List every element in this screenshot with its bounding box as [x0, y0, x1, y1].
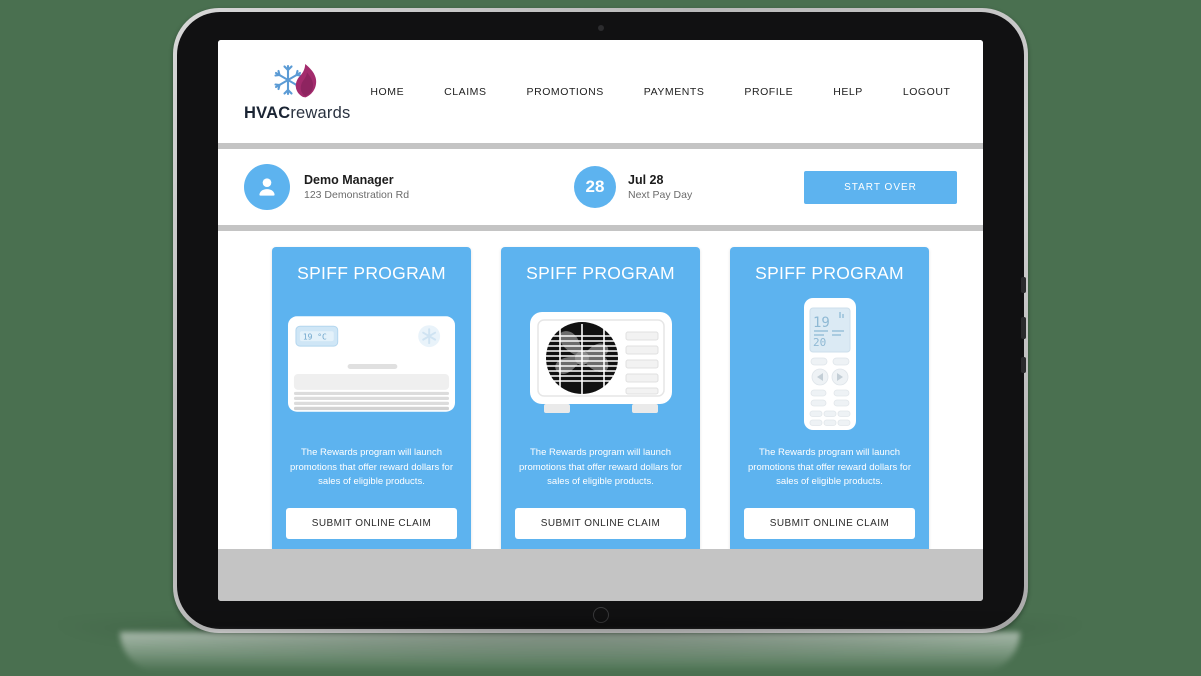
payday-label: Next Pay Day — [628, 188, 693, 201]
promotion-card[interactable]: SPIFF PROGRAM 19 °C The Rewards program … — [272, 247, 471, 549]
user-avatar-icon — [244, 164, 290, 210]
nav-item-claims[interactable]: CLAIMS — [424, 80, 506, 104]
tablet-device: HVACrewards HOME CLAIMS PROMOTIONS PAYME… — [173, 8, 1028, 633]
card-title: SPIFF PROGRAM — [526, 263, 675, 283]
payday-text-block: Jul 28 Next Pay Day — [628, 172, 692, 203]
card-description: The Rewards program will launch promotio… — [748, 447, 911, 488]
tablet-screen: HVACrewards HOME CLAIMS PROMOTIONS PAYME… — [218, 40, 983, 601]
volume-down-button[interactable] — [1021, 357, 1026, 373]
main-navigation: HOME CLAIMS PROMOTIONS PAYMENTS PROFILE … — [350, 80, 970, 104]
nav-item-home[interactable]: HOME — [350, 80, 424, 104]
home-button[interactable] — [592, 607, 609, 623]
ac-remote-control-icon: 19 20 — [744, 296, 915, 432]
nav-item-help[interactable]: HELP — [813, 80, 883, 104]
user-name: Demo Manager — [304, 172, 394, 187]
card-description: The Rewards program will launch promotio… — [519, 447, 682, 488]
promotions-panel: SPIFF PROGRAM 19 °C The Rewards program … — [218, 231, 983, 549]
tablet-bezel: HVACrewards HOME CLAIMS PROMOTIONS PAYME… — [177, 12, 1026, 629]
user-address: 123 Demonstration Rd — [304, 188, 410, 201]
next-payday-summary: 28 Jul 28 Next Pay Day — [574, 166, 692, 208]
promotion-card[interactable]: SPIFF PROGRAM 19 20 The Rewards program … — [730, 247, 929, 549]
card-title: SPIFF PROGRAM — [297, 263, 446, 283]
promotion-card[interactable]: SPIFF PROGRAM The Rewards program will l… — [501, 247, 700, 549]
submit-online-claim-button[interactable]: SUBMIT ONLINE CLAIM — [286, 508, 457, 539]
user-text-block: Demo Manager 123 Demonstration Rd — [304, 172, 409, 203]
submit-online-claim-button[interactable]: SUBMIT ONLINE CLAIM — [744, 508, 915, 539]
page-footer-area — [218, 549, 983, 589]
site-header: HVACrewards HOME CLAIMS PROMOTIONS PAYME… — [218, 40, 983, 143]
nav-item-logout[interactable]: LOGOUT — [883, 80, 971, 104]
start-over-button[interactable]: START OVER — [804, 170, 957, 204]
card-description: The Rewards program will launch promotio… — [290, 447, 453, 488]
remote-temp-secondary: 20 — [813, 336, 826, 349]
promotion-cards-row: SPIFF PROGRAM 19 °C The Rewards program … — [218, 247, 983, 549]
front-camera-icon — [597, 25, 604, 31]
remote-temp-main: 19 — [813, 315, 830, 331]
submit-online-claim-button[interactable]: SUBMIT ONLINE CLAIM — [515, 508, 686, 539]
status-bar: Demo Manager 123 Demonstration Rd 28 Jul… — [218, 149, 983, 225]
wall-mounted-ac-unit-icon: 19 °C — [286, 296, 457, 432]
brand-name: HVACrewards — [244, 104, 350, 123]
nav-item-payments[interactable]: PAYMENTS — [624, 80, 725, 104]
brand-logo[interactable]: HVACrewards — [244, 60, 350, 123]
nav-item-profile[interactable]: PROFILE — [724, 80, 813, 104]
power-button[interactable] — [1021, 317, 1026, 339]
payday-day-badge: 28 — [574, 166, 616, 208]
nav-item-promotions[interactable]: PROMOTIONS — [507, 80, 624, 104]
card-title: SPIFF PROGRAM — [755, 263, 904, 283]
outdoor-condenser-unit-icon — [515, 296, 686, 432]
brand-name-bold: HVAC — [244, 104, 291, 122]
device-reflection — [120, 632, 1020, 672]
volume-up-button[interactable] — [1021, 277, 1026, 293]
payday-date: Jul 28 — [628, 172, 664, 187]
snowflake-flame-icon — [269, 60, 325, 102]
app-page: HVACrewards HOME CLAIMS PROMOTIONS PAYME… — [218, 40, 983, 601]
brand-name-light: rewards — [290, 104, 351, 122]
user-summary: Demo Manager 123 Demonstration Rd — [244, 164, 574, 210]
svg-text:19 °C: 19 °C — [303, 333, 327, 342]
